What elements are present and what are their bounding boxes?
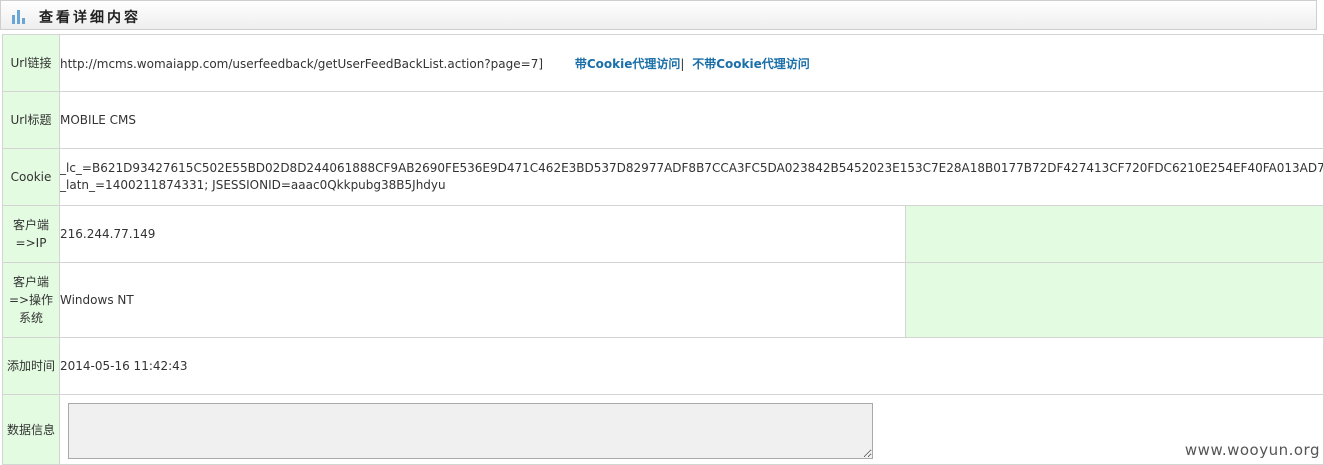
detail-table: Url链接 http://mcms.womaiapp.com/userfeedb…: [2, 34, 1324, 465]
title-row: Url标题 MOBILE CMS: [2, 91, 1324, 149]
link-separator: |: [680, 56, 685, 71]
watermark: www.wooyun.org: [1184, 441, 1320, 459]
data-row: 数据信息: [2, 394, 1324, 465]
os-value: Windows NT: [59, 262, 906, 338]
cookie-value-cell: _lc_=B621D93427615C502E55BD02D8D24406188…: [59, 148, 1324, 206]
cookie-line-1: _lc_=B621D93427615C502E55BD02D8D24406188…: [60, 161, 1323, 175]
os-extra-cell: [905, 262, 1324, 338]
data-textarea[interactable]: [68, 403, 873, 459]
url-label: Url链接: [2, 34, 60, 92]
title-label: Url标题: [2, 91, 60, 149]
url-row: Url链接 http://mcms.womaiapp.com/userfeedb…: [2, 34, 1324, 92]
time-row: 添加时间 2014-05-16 11:42:43: [2, 337, 1324, 395]
proxy-without-cookie-link[interactable]: 不带Cookie代理访问: [692, 57, 810, 71]
url-value-cell: http://mcms.womaiapp.com/userfeedback/ge…: [59, 34, 1324, 92]
os-row: 客户端=>操作系统 Windows NT: [2, 262, 1324, 338]
time-label: 添加时间: [2, 337, 60, 395]
cookie-row: Cookie _lc_=B621D93427615C502E55BD02D8D2…: [2, 148, 1324, 206]
cookie-label: Cookie: [2, 148, 60, 206]
ip-extra-cell: [905, 205, 1324, 263]
panel-title: 查看详细内容: [39, 10, 141, 26]
cookie-line-2: _latn_=1400211874331; JSESSIONID=aaac0Qk…: [60, 178, 446, 192]
panel-header: 查看详细内容: [0, 0, 1317, 30]
ip-label: 客户端=>IP: [2, 205, 60, 263]
url-value: http://mcms.womaiapp.com/userfeedback/ge…: [60, 56, 544, 71]
os-label: 客户端=>操作系统: [2, 262, 60, 338]
proxy-with-cookie-link[interactable]: 带Cookie代理访问: [575, 57, 681, 71]
title-value: MOBILE CMS: [59, 91, 1324, 149]
ip-row: 客户端=>IP 216.244.77.149: [2, 205, 1324, 263]
bar-chart-icon: [11, 8, 27, 24]
data-label: 数据信息: [2, 394, 60, 465]
time-value: 2014-05-16 11:42:43: [59, 337, 1324, 395]
data-value-cell: [59, 394, 1324, 465]
ip-value: 216.244.77.149: [59, 205, 906, 263]
